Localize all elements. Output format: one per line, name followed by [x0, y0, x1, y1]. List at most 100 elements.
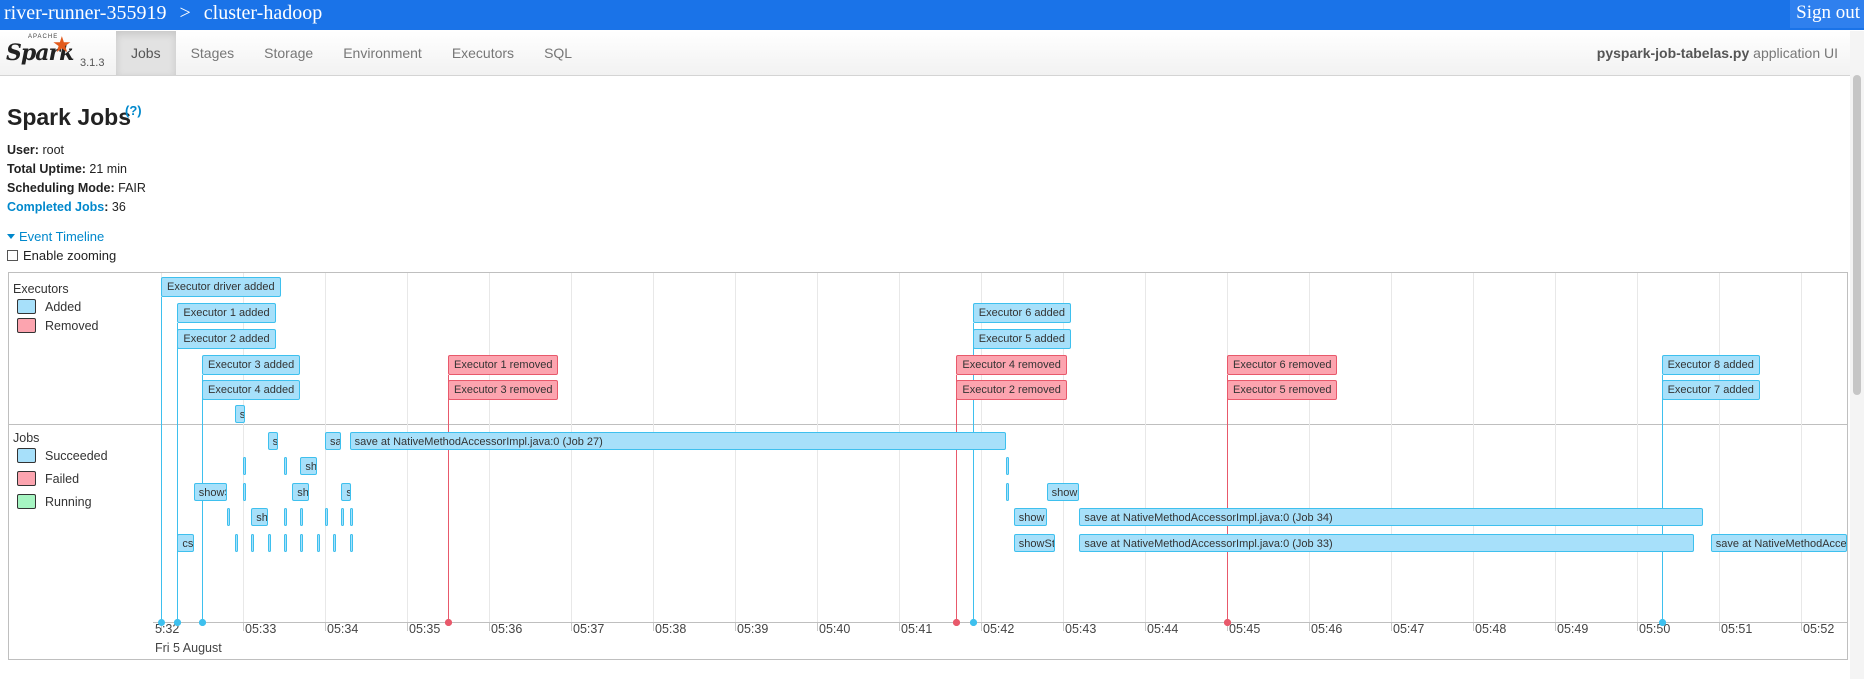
job-bar-22[interactable]: save at NativeMethodAccessorImpl.java:0 … [1079, 508, 1703, 526]
job-bar-11[interactable]: s [341, 483, 352, 501]
job-bar-25[interactable] [251, 534, 255, 552]
breadcrumb: river-runner-355919 > cluster-hadoop [4, 2, 330, 25]
job-bar-14[interactable] [226, 508, 230, 526]
job-bar-29[interactable] [316, 534, 320, 552]
event-timeline[interactable]: Executors Added Removed Jobs Succeeded F… [8, 272, 1848, 660]
scrollbar-track[interactable] [1850, 31, 1864, 679]
executor-event-dot[interactable] [1658, 619, 1666, 626]
job-bar-32[interactable]: showStri [1013, 534, 1055, 552]
executor-event-dot[interactable] [969, 619, 977, 626]
job-bar-33[interactable]: save at NativeMethodAccessorImpl.java:0 … [1079, 534, 1695, 552]
job-bar-15[interactable]: sh [251, 508, 268, 526]
executor-event-10[interactable]: Executor 2 removed [956, 380, 1067, 400]
job-bar-27[interactable] [284, 534, 287, 552]
help-link[interactable]: (?) [125, 103, 142, 118]
timeline-gridline [1309, 273, 1310, 622]
executor-event-dot[interactable] [953, 619, 961, 626]
scrollbar-thumb[interactable] [1853, 75, 1861, 395]
timeline-tick-label: 05:39 [737, 622, 769, 636]
timeline-tick [817, 623, 818, 631]
job-bar-28[interactable] [300, 534, 304, 552]
job-bar-6[interactable]: sh [300, 457, 317, 475]
executor-event-5[interactable]: Executor 1 removed [448, 355, 559, 375]
executor-event-dot[interactable] [158, 619, 165, 626]
tab-stages[interactable]: Stages [176, 31, 250, 75]
executor-event-4[interactable]: Executor 4 added [202, 380, 301, 400]
job-bar-21[interactable]: show [1013, 508, 1047, 526]
job-bar-34[interactable]: save at NativeMethodAccessorImpl.java:0 … [1710, 534, 1847, 552]
job-bar-2[interactable]: sa [325, 432, 342, 450]
tab-executors[interactable]: Executors [437, 31, 529, 75]
executor-event-13[interactable]: Executor 8 added [1661, 355, 1760, 375]
job-bar-4[interactable] [243, 457, 246, 475]
event-timeline-label: Event Timeline [19, 229, 105, 244]
tab-environment[interactable]: Environment [328, 31, 437, 75]
job-bar-3[interactable]: save at NativeMethodAccessorImpl.java:0 … [349, 432, 1006, 450]
job-bar-20[interactable] [349, 508, 353, 526]
executor-event-9[interactable]: Executor 4 removed [956, 355, 1067, 375]
executor-event-dot[interactable] [445, 619, 452, 626]
job-bar-17[interactable] [300, 508, 304, 526]
job-bar-19[interactable] [341, 508, 345, 526]
job-bar-9[interactable] [243, 483, 246, 501]
timeline-tick-label: 05:44 [1147, 622, 1179, 636]
mode-value: FAIR [118, 181, 146, 195]
executor-event-8[interactable]: Executor 5 added [972, 329, 1072, 349]
job-bar-13[interactable]: showS [1046, 483, 1080, 501]
sign-out-button[interactable]: Sign out [1790, 0, 1864, 28]
executor-event-dot[interactable] [1224, 619, 1231, 626]
job-bar-0[interactable]: s [234, 405, 245, 423]
job-bar-24[interactable] [234, 534, 238, 552]
executor-event-3[interactable]: Executor 3 added [202, 355, 301, 375]
executor-event-0[interactable]: Executor driver added [161, 277, 281, 297]
spark-logo[interactable]: APACHE Spark ★ 3.1.3 [6, 32, 116, 73]
job-bar-8[interactable]: showS [193, 483, 227, 501]
tab-jobs[interactable]: Jobs [116, 31, 176, 75]
event-timeline-toggle[interactable]: Event Timeline [7, 229, 104, 244]
legend-removed-swatch [17, 318, 36, 333]
executor-event-11[interactable]: Executor 6 removed [1227, 355, 1338, 375]
legend-failed-label: Failed [45, 471, 80, 486]
breadcrumb-cluster[interactable]: cluster-hadoop [204, 2, 322, 24]
completed-jobs-link[interactable]: Completed Jobs [7, 200, 104, 214]
job-bar-26[interactable] [267, 534, 271, 552]
timeline-tick [489, 623, 490, 631]
job-bar-10[interactable]: sh [292, 483, 309, 501]
breadcrumb-project[interactable]: river-runner-355919 [4, 2, 166, 24]
legend-running-swatch [17, 494, 36, 509]
timeline-tick-label: 05:45 [1229, 622, 1261, 636]
job-bar-1[interactable]: sa [267, 432, 278, 450]
job-bar-16[interactable] [284, 508, 287, 526]
executor-event-1[interactable]: Executor 1 added [177, 303, 276, 323]
tab-storage[interactable]: Storage [249, 31, 328, 75]
enable-zooming[interactable]: Enable zooming [7, 248, 116, 263]
executor-event-6[interactable]: Executor 3 removed [448, 380, 559, 400]
executor-event-dot[interactable] [199, 619, 206, 626]
job-bar-5[interactable] [284, 457, 287, 475]
timeline-tick-label: 05:46 [1311, 622, 1343, 636]
job-bar-12[interactable] [1005, 483, 1009, 501]
job-bar-30[interactable] [333, 534, 337, 552]
timeline-tick-label: 05:33 [245, 622, 277, 636]
timeline-gridline [1473, 273, 1474, 622]
job-bar-7[interactable] [1005, 457, 1009, 475]
timeline-tick [981, 623, 982, 631]
timeline-tick [407, 623, 408, 631]
executor-event-14[interactable]: Executor 7 added [1661, 380, 1760, 400]
zoom-checkbox[interactable] [7, 250, 18, 261]
job-bar-31[interactable] [349, 534, 353, 552]
executor-event-2[interactable]: Executor 2 added [177, 329, 276, 349]
legend-failed-swatch [17, 471, 36, 486]
timeline-tick-label: 05:47 [1393, 622, 1425, 636]
legend-succeeded: Succeeded [17, 448, 108, 463]
timeline-tick [243, 623, 244, 631]
executor-event-dot[interactable] [174, 619, 182, 626]
job-bar-18[interactable] [325, 508, 328, 526]
executor-event-12[interactable]: Executor 5 removed [1227, 380, 1338, 400]
timeline-tick-label: 05:49 [1557, 622, 1589, 636]
job-bar-23[interactable]: cs [177, 534, 194, 552]
tab-sql[interactable]: SQL [529, 31, 587, 75]
executor-event-7[interactable]: Executor 6 added [972, 303, 1072, 323]
timeline-tick-label: 05:35 [409, 622, 441, 636]
legend-removed: Removed [17, 318, 99, 333]
